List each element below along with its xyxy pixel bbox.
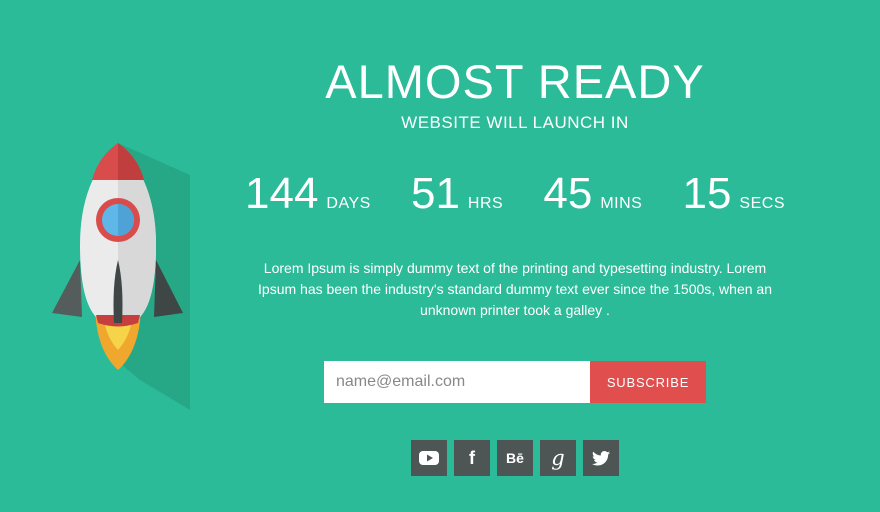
countdown-timer: 144 DAYS 51 HRS 45 MINS 15 SECS [245, 172, 785, 216]
countdown-seconds: 15 SECS [682, 172, 785, 216]
page-title: ALMOST READY [325, 55, 705, 108]
main-content: ALMOST READY WEBSITE WILL LAUNCH IN 144 … [230, 54, 800, 476]
google-icon: g [551, 445, 565, 470]
facebook-link[interactable]: f [454, 440, 490, 476]
subscribe-button[interactable]: SUBSCRIBE [590, 361, 706, 403]
countdown-days-unit: DAYS [326, 195, 371, 212]
subscribe-form: SUBSCRIBE [230, 361, 800, 403]
twitter-link[interactable] [583, 440, 619, 476]
countdown-minutes: 45 MINS [543, 172, 642, 216]
social-links: f Bē g [230, 440, 800, 476]
countdown-seconds-unit: SECS [739, 195, 785, 212]
countdown-minutes-unit: MINS [600, 195, 643, 212]
youtube-icon [419, 451, 439, 465]
rocket-illustration [40, 135, 210, 415]
description-text: Lorem Ipsum is simply dummy text of the … [258, 260, 772, 318]
youtube-link[interactable] [411, 440, 447, 476]
twitter-icon [592, 450, 610, 466]
countdown-hours: 51 HRS [411, 172, 503, 216]
behance-icon: Bē [506, 450, 524, 466]
countdown-days: 144 DAYS [245, 172, 371, 216]
email-input[interactable] [324, 361, 590, 403]
page-subtitle: WEBSITE WILL LAUNCH IN [401, 113, 629, 132]
countdown-minutes-value: 45 [543, 169, 593, 218]
countdown-seconds-value: 15 [682, 169, 732, 218]
countdown-hours-value: 51 [410, 169, 460, 218]
countdown-hours-unit: HRS [467, 195, 504, 212]
behance-link[interactable]: Bē [497, 440, 533, 476]
countdown-days-value: 144 [245, 169, 319, 218]
google-link[interactable]: g [540, 440, 576, 476]
facebook-icon: f [469, 448, 475, 468]
